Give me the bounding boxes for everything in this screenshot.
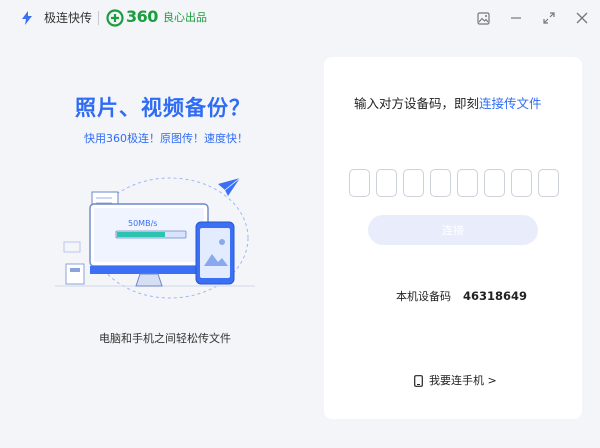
transfer-illustration: 50MB/s (55, 177, 255, 299)
brand-number: 360 (126, 7, 158, 26)
connect-card: 输入对方设备码，即刻连接传文件 连接 本机设备码 46318649 我要连手机 > (324, 57, 582, 419)
minimize-icon (511, 17, 521, 19)
connect-button[interactable]: 连接 (368, 215, 538, 245)
device-code-inputs (349, 169, 559, 197)
code-digit-box[interactable] (484, 169, 505, 197)
device-code-value: 46318649 (463, 289, 528, 303)
device-code-label: 本机设备码 (396, 290, 451, 303)
code-digit-box[interactable] (511, 169, 532, 197)
title-divider (98, 11, 99, 25)
code-digit-box[interactable] (376, 169, 397, 197)
code-digit-box[interactable] (349, 169, 370, 197)
code-digit-box[interactable] (538, 169, 559, 197)
app-logo-icon (22, 11, 32, 25)
code-digit-box[interactable] (403, 169, 424, 197)
title-bar: 极连快传 360 良心出品 (0, 0, 600, 36)
prompt-highlight: 连接传文件 (479, 96, 542, 111)
connect-phone-link[interactable]: 我要连手机 > (414, 373, 497, 389)
minimize-button[interactable] (507, 9, 525, 27)
brand-tagline: 良心出品 (163, 11, 207, 24)
code-digit-box[interactable] (430, 169, 451, 197)
promo-caption: 电脑和手机之间轻松传文件 (99, 332, 231, 345)
close-button[interactable] (573, 9, 591, 27)
brand-360-logo-icon (106, 9, 124, 27)
prompt-prefix: 输入对方设备码，即刻 (354, 96, 480, 111)
speed-label: 50MB/s (128, 219, 157, 228)
promo-subline: 快用360极连！原图传！速度快！ (84, 132, 248, 145)
gallery-button[interactable] (474, 9, 492, 27)
code-digit-box[interactable] (457, 169, 478, 197)
connect-prompt: 输入对方设备码，即刻连接传文件 (354, 95, 554, 113)
phone-icon (414, 375, 423, 387)
app-name: 极连快传 (44, 11, 93, 25)
close-icon (576, 12, 588, 24)
maximize-button[interactable] (540, 9, 558, 27)
maximize-icon (543, 12, 555, 24)
gallery-icon (476, 11, 490, 25)
promo-headline: 照片、视频备份？ (75, 96, 251, 120)
connect-phone-label: 我要连手机 > (429, 374, 497, 387)
local-device-code: 本机设备码 46318649 (396, 288, 527, 305)
